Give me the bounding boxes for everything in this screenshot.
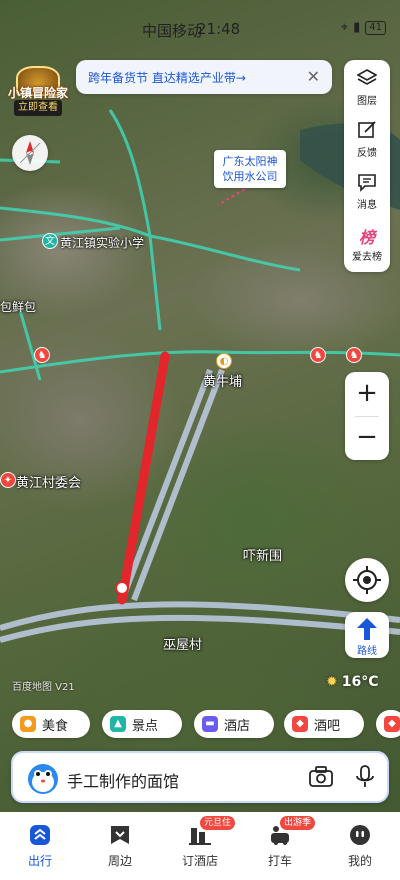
food-icon: ● — [20, 716, 36, 732]
chip-food[interactable]: ● 美食 — [12, 710, 90, 738]
nav-profile-label: 我的 — [347, 854, 372, 868]
chip-hotel-label: 酒店 — [224, 718, 251, 734]
bottom-nav: 出行 周边 元旦住 订酒店 出游季 打车 我的 — [0, 812, 400, 880]
zoom-out-button[interactable]: − — [345, 416, 389, 460]
close-icon[interactable]: ✕ — [307, 67, 320, 86]
route-button[interactable]: 路线 — [345, 612, 389, 658]
hotel-booking-icon — [189, 828, 211, 845]
map-label-wuwu[interactable]: 巫屋村 — [163, 634, 202, 653]
weather-widget[interactable]: ✹ 16°C — [326, 674, 379, 690]
village-icon[interactable]: ✦ — [0, 472, 16, 488]
school-icon[interactable]: 文 — [42, 233, 58, 249]
ranking-label: 爱去榜 — [352, 252, 382, 263]
poi-callout[interactable]: 广东太阳神饮用水公司 — [214, 150, 286, 188]
weather-temp: 16°C — [341, 674, 379, 690]
more-category-icon: ◆ — [384, 716, 400, 732]
nav-taxi-label: 打车 — [267, 854, 292, 868]
nav-nearby-label: 周边 — [107, 854, 132, 868]
road-upper — [108, 109, 152, 237]
status-icons: ⌖ ▮ 41 — [341, 20, 386, 35]
poi-marker-icon[interactable]: ♞ — [310, 347, 326, 363]
profile-icon — [350, 825, 370, 845]
zoom-in-button[interactable]: + — [345, 372, 389, 416]
poi-marker-icon[interactable]: ♞ — [34, 347, 50, 363]
map-label-bun[interactable]: 包鲜包 — [0, 298, 36, 315]
ranking-button[interactable]: 榜 爱去榜 — [344, 218, 390, 268]
nearby-icon — [111, 826, 129, 844]
map-label-station[interactable]: 黄牛埔 — [203, 371, 242, 390]
nav-hotel-label: 订酒店 — [181, 854, 218, 868]
route-label: 路线 — [357, 646, 377, 657]
map-logo: 百度地图 V21 — [12, 682, 75, 693]
route-arrow-icon — [357, 618, 377, 640]
station-icon[interactable]: ◐ — [216, 353, 232, 369]
feedback-icon — [358, 121, 376, 138]
chip-hotel[interactable]: ▬ 酒店 — [194, 710, 274, 738]
road-main — [0, 350, 400, 374]
road-east — [149, 234, 301, 272]
layers-button[interactable]: 图层 — [344, 62, 390, 112]
hotel-icon: ▬ — [202, 716, 218, 732]
nav-profile[interactable]: 我的 — [320, 812, 400, 880]
route-end-marker — [115, 581, 129, 595]
message-icon — [358, 174, 376, 192]
map-label-xinwei[interactable]: 吓新围 — [243, 545, 282, 564]
poi-marker-icon[interactable]: ♞ — [346, 347, 362, 363]
status-carrier: 中国移动 — [142, 22, 203, 40]
nav-travel[interactable]: 出行 — [0, 812, 80, 880]
camera-icon[interactable] — [309, 766, 333, 788]
search-bar[interactable]: 手工制作的面馆 — [11, 751, 389, 803]
feedback-button[interactable]: 反馈 — [344, 114, 390, 164]
status-time: 21:48 — [197, 20, 241, 38]
map-tool-panel: 图层 反馈 消息 榜 爱去榜 — [344, 60, 390, 272]
layers-label: 图层 — [357, 96, 377, 107]
nav-taxi[interactable]: 出游季 打车 — [240, 812, 320, 880]
adventure-promo[interactable]: 小镇冒险家 立即查看 — [8, 66, 68, 118]
location-icon: ⌖ — [340, 20, 349, 35]
feedback-label: 反馈 — [357, 148, 377, 159]
mascot-icon — [28, 764, 58, 794]
nav-travel-label: 出行 — [27, 854, 52, 868]
compass-button[interactable] — [12, 135, 48, 171]
travel-icon — [30, 825, 50, 845]
nav-nearby[interactable]: 周边 — [80, 812, 160, 880]
zoom-control: + − — [345, 372, 389, 460]
locate-button[interactable] — [345, 558, 389, 602]
status-bar: 中国移动 21:48 ⌖ ▮ 41 — [0, 0, 400, 44]
highway-diag — [119, 368, 213, 602]
map-canvas[interactable] — [0, 0, 400, 880]
layers-icon — [357, 69, 377, 85]
signal-icon: ▮ — [353, 20, 361, 35]
scenic-icon: ▲ — [110, 716, 126, 732]
map-label-village-committee[interactable]: 黄江村委会 — [16, 472, 81, 491]
chip-bar[interactable]: ◆ 酒吧 — [284, 710, 364, 738]
promo-banner[interactable]: 跨年备货节 直达精选产业带→ ✕ — [76, 60, 332, 94]
chip-more[interactable]: ◆ — [376, 710, 400, 738]
compass-icon — [19, 141, 41, 165]
battery-icon: 41 — [365, 20, 386, 35]
map-roads — [0, 109, 400, 643]
nav-hotel-booking[interactable]: 元旦住 订酒店 — [160, 812, 240, 880]
chip-scenic-label: 景点 — [132, 718, 159, 734]
microphone-icon[interactable] — [355, 765, 375, 789]
category-chips: ● 美食 ▲ 景点 ▬ 酒店 ◆ 酒吧 ◆ — [0, 710, 400, 740]
locate-icon — [353, 566, 381, 594]
search-input[interactable]: 手工制作的面馆 — [67, 768, 179, 792]
promo-title: 小镇冒险家 — [8, 86, 69, 100]
bar-icon: ◆ — [292, 716, 308, 732]
taxi-icon — [271, 826, 289, 845]
highway-diag-2 — [131, 368, 225, 602]
bang-icon: 榜 — [358, 228, 375, 247]
chip-scenic[interactable]: ▲ 景点 — [102, 710, 182, 738]
promo-cta-button[interactable]: 立即查看 — [14, 100, 62, 116]
sun-icon: ✹ — [326, 674, 338, 690]
banner-text: 跨年备货节 直达精选产业带→ — [88, 70, 246, 85]
route-line — [117, 351, 170, 605]
map-label-school[interactable]: 黄江镇实验小学 — [60, 234, 144, 251]
chip-food-label: 美食 — [42, 718, 69, 734]
message-label: 消息 — [357, 200, 377, 211]
chip-bar-label: 酒吧 — [314, 718, 341, 734]
message-button[interactable]: 消息 — [344, 166, 390, 216]
